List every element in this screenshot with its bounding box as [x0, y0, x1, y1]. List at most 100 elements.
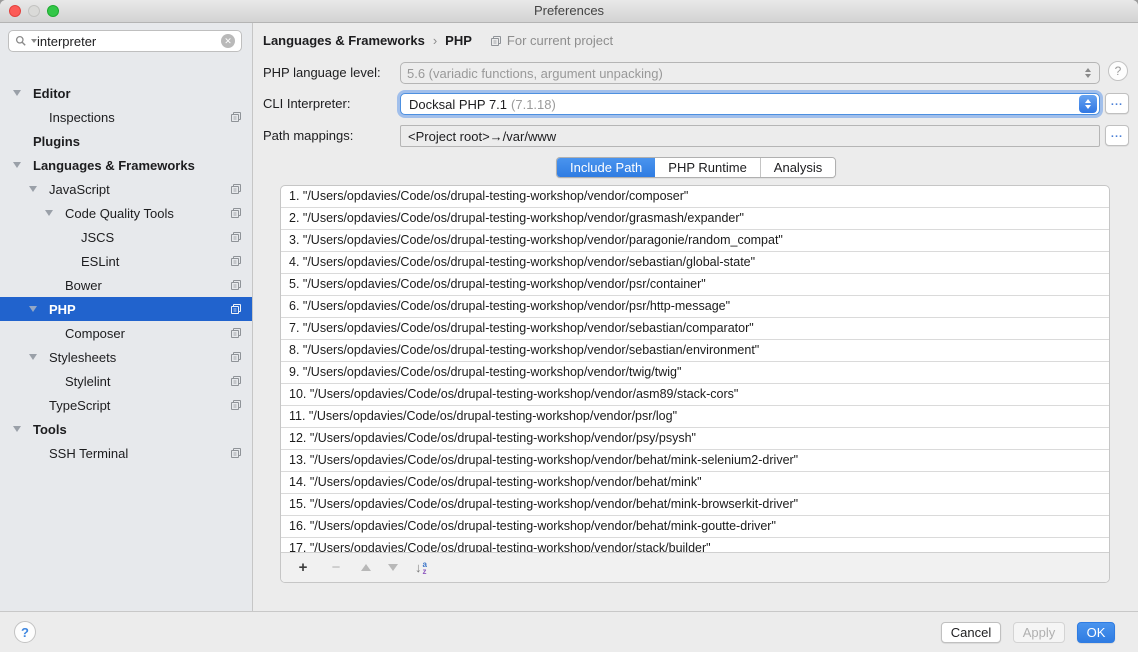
include-path-row[interactable]: 16. "/Users/opdavies/Code/os/drupal-test…	[281, 516, 1109, 538]
sidebar-item-label: TypeScript	[49, 398, 110, 413]
include-path-row[interactable]: 12. "/Users/opdavies/Code/os/drupal-test…	[281, 428, 1109, 450]
stepper-icon	[1085, 68, 1091, 78]
include-path-row[interactable]: 7. "/Users/opdavies/Code/os/drupal-testi…	[281, 318, 1109, 340]
include-path-row[interactable]: 9. "/Users/opdavies/Code/os/drupal-testi…	[281, 362, 1109, 384]
search-field[interactable]: interpreter ✕	[8, 30, 242, 52]
stepper-icon	[1079, 95, 1097, 113]
sidebar-item-label: Editor	[33, 86, 71, 101]
sidebar-item-composer[interactable]: Composer	[0, 321, 252, 345]
sidebar-item-label: PHP	[49, 302, 76, 317]
include-path-row[interactable]: 10. "/Users/opdavies/Code/os/drupal-test…	[281, 384, 1109, 406]
include-path-row[interactable]: 5. "/Users/opdavies/Code/os/drupal-testi…	[281, 274, 1109, 296]
expand-arrow-icon[interactable]	[29, 354, 37, 360]
clear-search-icon[interactable]: ✕	[221, 34, 235, 48]
expand-arrow-icon[interactable]	[13, 426, 21, 432]
expand-arrow-icon[interactable]	[29, 306, 37, 312]
scope-icon	[490, 35, 502, 47]
language-level-select[interactable]: 5.6 (variadic functions, argument unpack…	[400, 62, 1100, 84]
search-input[interactable]: interpreter	[37, 34, 221, 49]
include-path-row[interactable]: 14. "/Users/opdavies/Code/os/drupal-test…	[281, 472, 1109, 494]
include-path-row[interactable]: 3. "/Users/opdavies/Code/os/drupal-testi…	[281, 230, 1109, 252]
settings-sidebar: interpreter ✕ Editor Inspections Plugins La…	[0, 23, 253, 611]
sidebar-item-eslint[interactable]: ESLint	[0, 249, 252, 273]
sidebar-item-inspections[interactable]: Inspections	[0, 105, 252, 129]
include-path-row[interactable]: 2. "/Users/opdavies/Code/os/drupal-testi…	[281, 208, 1109, 230]
window-controls	[9, 5, 59, 17]
move-down-icon[interactable]	[388, 564, 398, 571]
sidebar-item-bower[interactable]: Bower	[0, 273, 252, 297]
expand-arrow-icon[interactable]	[29, 186, 37, 192]
dialog-footer: ? Cancel Apply OK	[0, 611, 1138, 652]
sidebar-item-stylesheets[interactable]: Stylesheets	[0, 345, 252, 369]
apply-button[interactable]: Apply	[1013, 622, 1065, 643]
sidebar-item-label: Inspections	[49, 110, 115, 125]
tab-php-runtime[interactable]: PHP Runtime	[655, 158, 760, 177]
cli-interpreter-browse-button[interactable]: ...	[1105, 93, 1129, 114]
remove-path-icon[interactable]: −	[328, 559, 344, 576]
expand-arrow-icon[interactable]	[13, 90, 21, 96]
tab-include-path[interactable]: Include Path	[557, 158, 655, 177]
include-path-row[interactable]: 13. "/Users/opdavies/Code/os/drupal-test…	[281, 450, 1109, 472]
include-path-row[interactable]: 1. "/Users/opdavies/Code/os/drupal-testi…	[281, 186, 1109, 208]
sidebar-item-label: JSCS	[81, 230, 114, 245]
expand-arrow-icon[interactable]	[13, 162, 21, 168]
breadcrumb-parent[interactable]: Languages & Frameworks	[263, 33, 425, 48]
sidebar-item-label: Stylesheets	[49, 350, 116, 365]
include-path-row[interactable]: 15. "/Users/opdavies/Code/os/drupal-test…	[281, 494, 1109, 516]
sidebar-item-tools[interactable]: Tools	[0, 417, 252, 441]
cli-interpreter-select[interactable]: Docksal PHP 7.1 (7.1.18)	[400, 93, 1100, 115]
path-mappings-browse-button[interactable]: ...	[1105, 125, 1129, 146]
sidebar-item-label: ESLint	[81, 254, 119, 269]
search-match-icon	[230, 375, 242, 390]
sidebar-item-label: Code Quality Tools	[65, 206, 174, 221]
sidebar-item-code-quality-tools[interactable]: Code Quality Tools	[0, 201, 252, 225]
path-mappings-label: Path mappings:	[263, 125, 353, 147]
search-match-icon	[230, 327, 242, 342]
search-icon	[15, 35, 27, 47]
settings-detail-pane: Languages & Frameworks › PHP For current…	[253, 23, 1138, 611]
include-path-row[interactable]: 4. "/Users/opdavies/Code/os/drupal-testi…	[281, 252, 1109, 274]
cancel-button[interactable]: Cancel	[941, 622, 1001, 643]
search-match-icon	[230, 231, 242, 246]
search-match-icon	[230, 351, 242, 366]
sidebar-item-label: Languages & Frameworks	[33, 158, 195, 173]
sidebar-item-languages-frameworks[interactable]: Languages & Frameworks	[0, 153, 252, 177]
include-path-row[interactable]: 11. "/Users/opdavies/Code/os/drupal-test…	[281, 406, 1109, 428]
ok-button[interactable]: OK	[1077, 622, 1115, 643]
sidebar-item-ssh-terminal[interactable]: SSH Terminal	[0, 441, 252, 465]
help-button[interactable]: ?	[14, 621, 36, 643]
sidebar-item-javascript[interactable]: JavaScript	[0, 177, 252, 201]
cli-interpreter-label: CLI Interpreter:	[263, 93, 350, 115]
expand-arrow-icon[interactable]	[45, 210, 53, 216]
include-path-row[interactable]: 17. "/Users/opdavies/Code/os/drupal-test…	[281, 538, 1109, 552]
tab-analysis[interactable]: Analysis	[760, 158, 835, 177]
zoom-window-button[interactable]	[47, 5, 59, 17]
search-match-icon	[230, 447, 242, 462]
sort-alphabetically-icon[interactable]: ↓ az	[415, 560, 427, 575]
language-level-value: 5.6 (variadic functions, argument unpack…	[407, 66, 1085, 81]
include-path-row[interactable]: 8. "/Users/opdavies/Code/os/drupal-testi…	[281, 340, 1109, 362]
move-up-icon[interactable]	[361, 564, 371, 571]
settings-tree: Editor Inspections Plugins Languages & Fram…	[0, 81, 252, 465]
search-match-icon	[230, 399, 242, 414]
close-window-button[interactable]	[9, 5, 21, 17]
sidebar-item-stylelint[interactable]: Stylelint	[0, 369, 252, 393]
path-mappings-field[interactable]: <Project root>→/var/www	[400, 125, 1100, 147]
cli-interpreter-value: Docksal PHP 7.1	[409, 97, 507, 112]
add-path-icon[interactable]: +	[295, 559, 311, 576]
minimize-window-button[interactable]	[28, 5, 40, 17]
sidebar-item-plugins[interactable]: Plugins	[0, 129, 252, 153]
sidebar-item-typescript[interactable]: TypeScript	[0, 393, 252, 417]
breadcrumb-separator: ›	[433, 33, 437, 48]
language-level-help-icon[interactable]: ?	[1108, 61, 1128, 81]
search-match-icon	[230, 111, 242, 126]
sidebar-item-php[interactable]: PHP	[0, 297, 252, 321]
sidebar-item-label: Bower	[65, 278, 102, 293]
include-path-list[interactable]: 1. "/Users/opdavies/Code/os/drupal-testi…	[281, 186, 1109, 552]
include-path-row[interactable]: 6. "/Users/opdavies/Code/os/drupal-testi…	[281, 296, 1109, 318]
sidebar-item-jscs[interactable]: JSCS	[0, 225, 252, 249]
breadcrumb: Languages & Frameworks › PHP For current…	[263, 33, 613, 48]
window-title: Preferences	[0, 0, 1138, 22]
sidebar-item-editor[interactable]: Editor	[0, 81, 252, 105]
include-path-panel: 1. "/Users/opdavies/Code/os/drupal-testi…	[280, 185, 1110, 583]
